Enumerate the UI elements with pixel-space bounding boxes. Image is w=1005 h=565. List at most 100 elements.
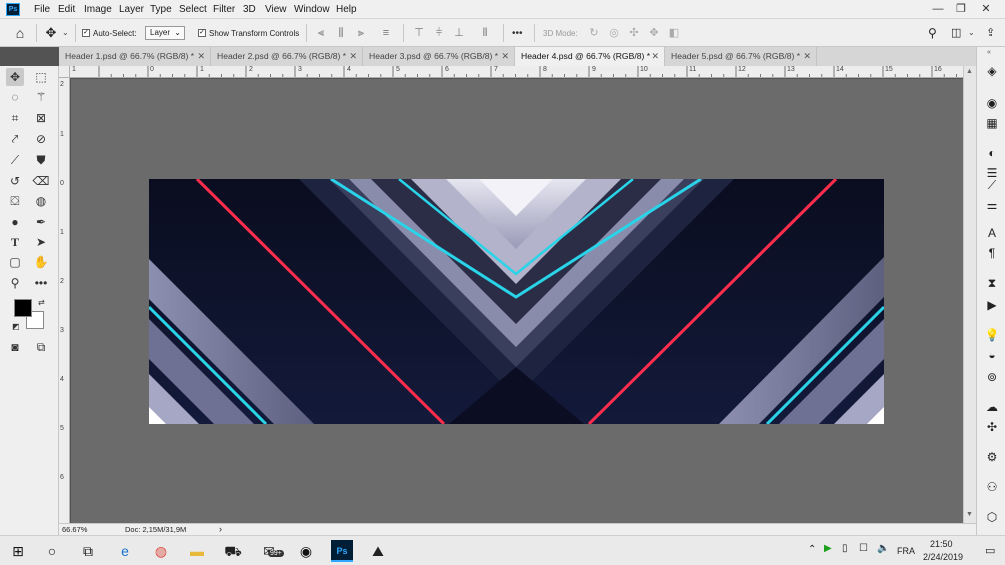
align-hcenter-icon[interactable]: ⫼ — [335, 27, 347, 39]
history-panel-icon[interactable]: ⧗ — [983, 275, 1001, 291]
close-icon[interactable]: ✕ — [651, 47, 659, 66]
frame-tool-icon[interactable]: ⊠ — [32, 109, 50, 127]
paint-bucket-tool-icon[interactable]: ⛋ — [6, 192, 24, 210]
magic-wand-tool-icon[interactable]: ⚚ — [32, 88, 50, 106]
search-icon[interactable]: ⚲ — [928, 26, 942, 40]
quick-mask-icon[interactable]: ◙ — [6, 338, 24, 356]
tray-volume-icon[interactable]: 🔈 — [877, 543, 889, 554]
distribute-horizontal-icon[interactable]: ≡ — [380, 27, 392, 39]
media-app-icon[interactable]: ◉ — [296, 541, 316, 561]
tray-play-icon[interactable]: ▶ — [824, 543, 832, 554]
vertical-ruler[interactable]: 2 1 0 1 2 3 4 5 6 — [59, 78, 70, 523]
eraser-tool-icon[interactable]: ⌫ — [32, 172, 50, 190]
windows-start-icon[interactable]: ⊞ — [8, 541, 28, 561]
swatches-panel-icon[interactable]: ▦ — [983, 115, 1001, 131]
menu-image[interactable]: Image — [84, 4, 112, 15]
menu-type[interactable]: Type — [150, 4, 172, 15]
3d-roll-icon[interactable]: ◎ — [608, 27, 620, 39]
more-options-icon[interactable]: ••• — [512, 28, 523, 39]
edge-browser-icon[interactable]: e — [115, 541, 135, 561]
workspace-icon[interactable]: ◫ — [951, 26, 965, 40]
glyphs-panel-icon[interactable]: ⚇ — [983, 479, 1001, 495]
status-menu-arrow-icon[interactable]: › — [219, 524, 222, 534]
3d-pan-icon[interactable]: ✣ — [628, 27, 640, 39]
channels-panel-icon[interactable]: ◒ — [983, 347, 1001, 363]
canvas-workspace[interactable] — [71, 79, 963, 523]
show-transform-checkbox[interactable]: ✓ — [198, 29, 206, 37]
scroll-up-icon[interactable]: ▲ — [966, 68, 973, 75]
horizontal-ruler[interactable]: 1 0 1 2 3 4 5 6 7 8 9 10 11 12 13 14 15 … — [70, 66, 963, 78]
menu-layer[interactable]: Layer — [119, 4, 144, 15]
brushes-panel-icon[interactable]: ⟋ — [983, 177, 1001, 193]
marquee-tool-icon[interactable]: ⬚ — [32, 68, 50, 86]
align-left-icon[interactable]: ⫷ — [315, 27, 327, 39]
screen-mode-icon[interactable]: ⧉ — [32, 338, 50, 356]
type-tool-icon[interactable]: T — [6, 233, 24, 251]
distribute-vertical-icon[interactable]: ⦀ — [479, 27, 491, 39]
dodge-tool-icon[interactable]: ● — [6, 213, 24, 231]
adjustments-panel-icon[interactable]: ◐ — [983, 145, 1001, 161]
3d-camera-icon[interactable]: ◧ — [668, 27, 680, 39]
learn-panel-icon[interactable]: 💡 — [983, 327, 1001, 343]
scroll-down-icon[interactable]: ▼ — [966, 511, 973, 518]
chevron-down-icon[interactable]: ⌄ — [62, 28, 69, 37]
menu-edit[interactable]: Edit — [58, 4, 75, 15]
store-icon[interactable]: ⛟ — [223, 541, 243, 561]
collapse-panels-icon[interactable]: « — [987, 49, 991, 56]
brush-tool-icon[interactable]: ⟋ — [6, 151, 24, 169]
pen-tool-icon[interactable]: ✒ — [32, 213, 50, 231]
close-icon[interactable]: ✕ — [803, 47, 811, 66]
menu-filter[interactable]: Filter — [213, 4, 235, 15]
lasso-tool-icon[interactable]: ◌ — [6, 88, 24, 106]
rectangle-tool-icon[interactable]: ▢ — [6, 253, 24, 271]
paths-panel-icon[interactable]: ⊚ — [983, 369, 1001, 385]
vertical-scrollbar[interactable]: ▲ ▼ — [963, 66, 976, 523]
clock-time[interactable]: 21:50 — [930, 539, 953, 549]
3d-slide-icon[interactable]: ✥ — [648, 27, 660, 39]
file-explorer-icon[interactable]: ▬ — [187, 541, 207, 561]
cortana-search-icon[interactable]: ○ — [42, 541, 62, 561]
character-panel-icon[interactable]: A — [983, 225, 1001, 241]
navigator-panel-icon[interactable]: ✣ — [983, 419, 1001, 435]
zoom-level[interactable]: 66.67% — [62, 525, 87, 534]
crop-tool-icon[interactable]: ⌗ — [6, 109, 24, 127]
move-tool-icon[interactable]: ✥ — [6, 68, 24, 86]
actions-panel-icon[interactable]: ▶ — [983, 297, 1001, 313]
swap-colors-icon[interactable]: ⇄ — [38, 298, 45, 307]
layers-panel-icon[interactable]: ◈ — [983, 63, 1001, 79]
input-language[interactable]: FRA — [897, 546, 915, 556]
tray-battery-icon[interactable]: ▯ — [842, 543, 848, 554]
align-right-icon[interactable]: ⫸ — [355, 27, 367, 39]
hand-tool-icon[interactable]: ✋ — [32, 253, 50, 271]
history-brush-tool-icon[interactable]: ↺ — [6, 172, 24, 190]
align-top-icon[interactable]: ⊤ — [413, 27, 425, 39]
color-panel-icon[interactable]: ◉ — [983, 95, 1001, 111]
tab-header-5[interactable]: Header 5.psd @ 66.7% (RGB/8) * ✕ — [665, 47, 817, 66]
photoshop-taskbar-icon[interactable]: Ps — [331, 540, 353, 562]
3d-panel-icon[interactable]: ⬡ — [983, 509, 1001, 525]
healing-brush-tool-icon[interactable]: ⊘ — [32, 130, 50, 148]
tray-expand-icon[interactable]: ⌃ — [808, 544, 816, 555]
zoom-tool-icon[interactable]: ⚲ — [6, 274, 24, 292]
libraries-panel-icon[interactable]: ☁ — [983, 399, 1001, 415]
clone-stamp-tool-icon[interactable]: ⛊ — [32, 151, 50, 169]
close-icon[interactable]: ✕ — [501, 47, 509, 66]
action-center-icon[interactable]: ▭ — [985, 544, 995, 557]
edit-toolbar-icon[interactable]: ••• — [32, 274, 50, 292]
restore-button[interactable]: ❐ — [950, 1, 972, 17]
align-bottom-icon[interactable]: ⊥ — [453, 27, 465, 39]
eyedropper-tool-icon[interactable]: ⤤ — [6, 130, 24, 148]
home-icon[interactable]: ⌂ — [12, 25, 28, 41]
tab-header-2[interactable]: Header 2.psd @ 66.7% (RGB/8) * ✕ — [211, 47, 363, 66]
photos-app-icon[interactable]: ⛰ — [368, 541, 388, 561]
timeline-panel-icon[interactable]: ⚙ — [983, 449, 1001, 465]
align-vcenter-icon[interactable]: ⫩ — [433, 27, 445, 39]
brush-settings-icon[interactable]: ⚌ — [983, 197, 1001, 213]
blur-tool-icon[interactable]: ◍ — [32, 192, 50, 210]
path-selection-tool-icon[interactable]: ➤ — [32, 233, 50, 251]
ruler-origin[interactable] — [59, 66, 70, 78]
share-icon[interactable]: ⇪ — [986, 26, 1000, 40]
menu-3d[interactable]: 3D — [243, 4, 256, 15]
chrome-browser-icon[interactable]: ◍ — [151, 541, 171, 561]
default-colors-icon[interactable]: ◩ — [12, 322, 20, 331]
